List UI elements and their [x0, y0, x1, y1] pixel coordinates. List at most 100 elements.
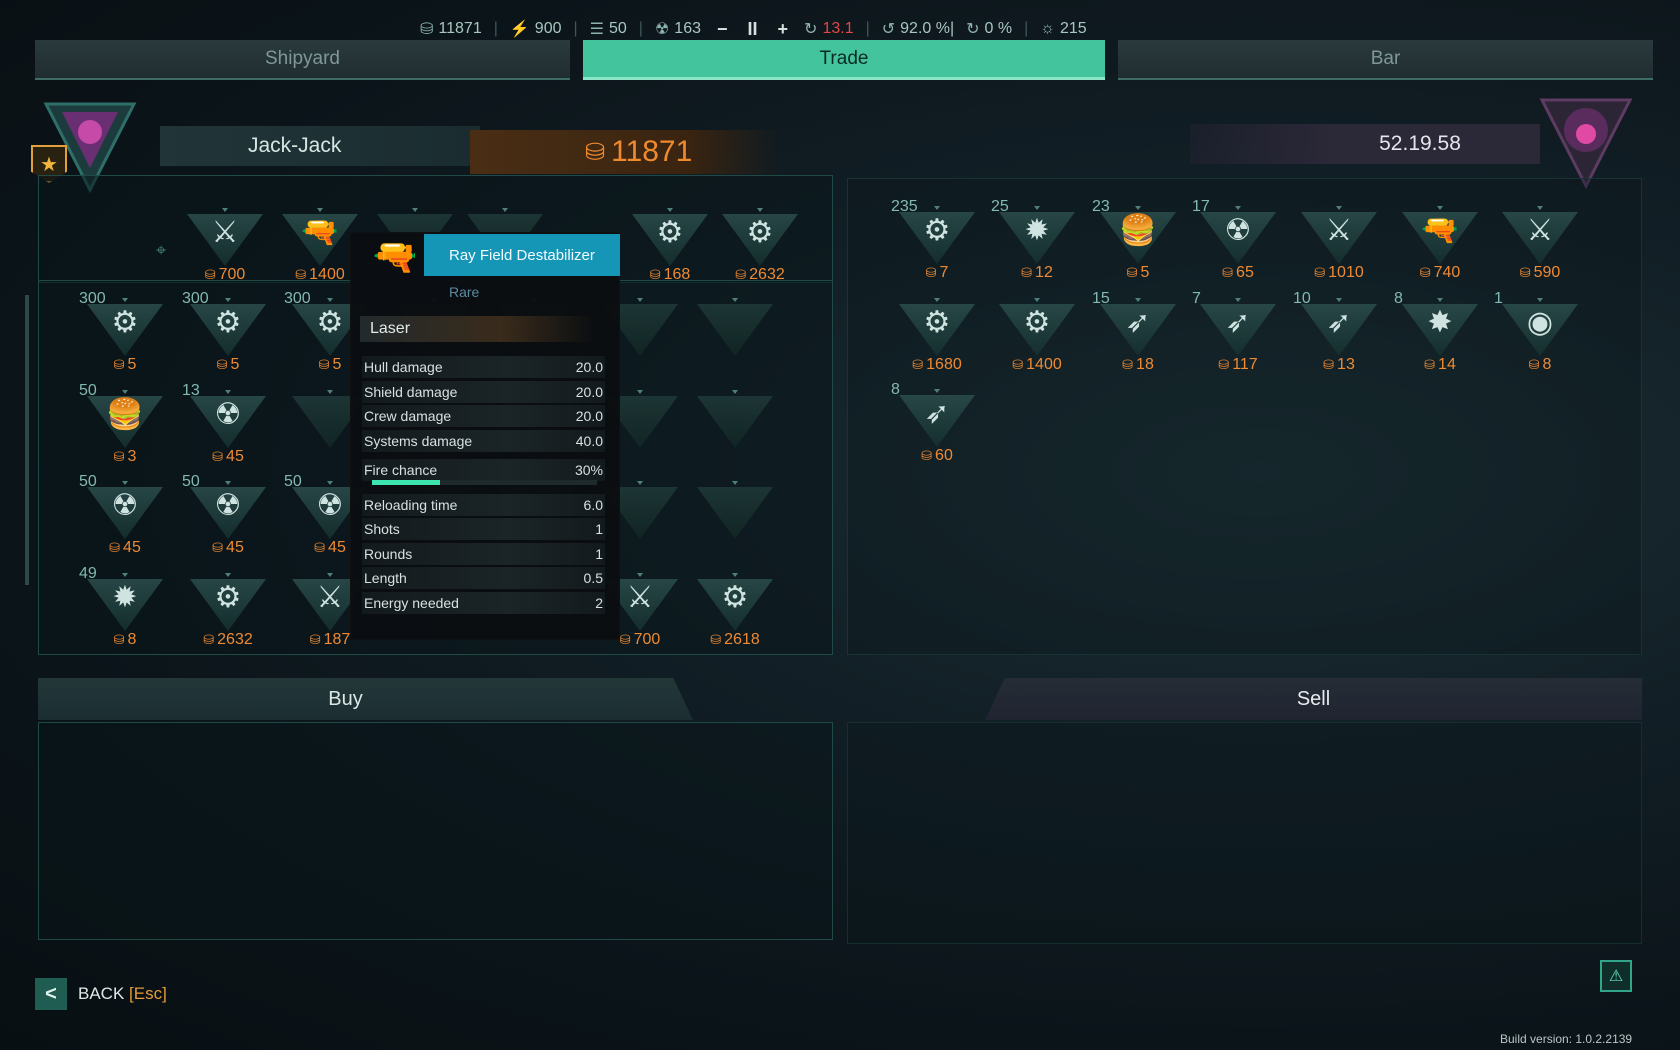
- slot-marker: [327, 390, 333, 394]
- item-price: ⛁ 700: [175, 266, 275, 284]
- gear-module-icon: ⚙: [923, 213, 951, 247]
- item-price: ⛁ 2618: [685, 631, 785, 649]
- coins-icon: ⛁: [113, 449, 125, 464]
- price-value: 13: [1337, 356, 1355, 373]
- gear-module-icon: ⚙: [316, 305, 344, 339]
- back-hotkey: [Esc]: [129, 984, 167, 1003]
- empty-slot[interactable]: [685, 473, 785, 563]
- slot-marker: [502, 208, 508, 212]
- tooltip-stat-row: Length 0.5: [362, 567, 605, 589]
- coins-icon: ⛁: [649, 267, 661, 282]
- inventory-slot[interactable]: ☢ 13 ⛁ 45: [178, 382, 278, 472]
- tooltip-title: Ray Field Destabilizer: [424, 234, 620, 276]
- coins-icon: ⛁: [1519, 265, 1531, 280]
- cargo-scrollbar[interactable]: [25, 295, 29, 585]
- speed-minus-button[interactable]: −: [713, 19, 732, 40]
- tab-trade[interactable]: Trade: [583, 40, 1105, 80]
- inventory-slot[interactable]: ⚔ ⛁ 590: [1490, 198, 1590, 288]
- credits-value: 11871: [438, 20, 482, 37]
- price-value: 14: [1438, 356, 1456, 373]
- item-quantity: 300: [79, 290, 106, 307]
- price-value: 18: [1136, 356, 1154, 373]
- inventory-slot[interactable]: ✹ 25 ⛁ 12: [987, 198, 1087, 288]
- radiation-canister-icon: ☢: [214, 397, 242, 431]
- inventory-slot[interactable]: ⚙ 235 ⛁ 7: [887, 198, 987, 288]
- sell-panel[interactable]: [847, 722, 1642, 944]
- mine-icon: ✸: [1427, 305, 1453, 339]
- tab-bar[interactable]: Bar: [1118, 40, 1653, 80]
- radiation-icon: ☢: [654, 21, 670, 38]
- missile-icon: ➶: [1125, 305, 1151, 339]
- hull-resource: ↺ 92.0 %|: [882, 19, 954, 39]
- inventory-slot[interactable]: 🍔 23 ⛁ 5: [1088, 198, 1188, 288]
- stat-value: 40.0: [575, 433, 603, 449]
- tooltip-stat-row: Fire chance 30%: [362, 459, 605, 481]
- inventory-slot[interactable]: 🔫 ⛁ 740: [1390, 198, 1490, 288]
- danger-resource: ↻ 13.1: [804, 19, 854, 39]
- tooltip-stat-row: Rounds 1: [362, 543, 605, 565]
- coins-icon: ⛁: [1012, 357, 1024, 372]
- price-value: 12: [1035, 264, 1053, 281]
- inventory-slot[interactable]: ⚙ 300 ⛁ 5: [178, 290, 278, 380]
- sell-header: Sell: [985, 678, 1642, 720]
- price-value: 187: [323, 631, 351, 648]
- price-value: 45: [226, 448, 244, 465]
- inventory-slot[interactable]: ➶ 7 ⛁ 117: [1188, 290, 1288, 380]
- target-icon: ⌖: [156, 240, 167, 260]
- slot-marker: [732, 298, 738, 302]
- inventory-slot[interactable]: ⚙ ⛁ 2632: [710, 200, 810, 290]
- coins-icon: ⛁: [1314, 265, 1326, 280]
- player-name-bar: Jack-Jack: [160, 126, 480, 166]
- inventory-slot[interactable]: ☢ 17 ⛁ 65: [1188, 198, 1288, 288]
- radiation-value: 163: [674, 20, 701, 37]
- inventory-slot[interactable]: ⚙ ⛁ 168: [620, 200, 720, 290]
- pause-button[interactable]: II: [744, 19, 762, 40]
- back-label[interactable]: BACK [Esc]: [78, 984, 167, 1004]
- inventory-slot[interactable]: ⚙ 300 ⛁ 5: [75, 290, 175, 380]
- empty-slot[interactable]: [685, 382, 785, 472]
- weapon-icon: ⚔: [211, 215, 239, 249]
- inventory-slot[interactable]: ☢ 50 ⛁ 45: [178, 473, 278, 563]
- inventory-slot[interactable]: 🍔 50 ⛁ 3: [75, 382, 175, 472]
- inventory-slot[interactable]: ➶ 10 ⛁ 13: [1289, 290, 1389, 380]
- inventory-slot[interactable]: ✹ 49 ⛁ 8: [75, 565, 175, 655]
- divider: |: [493, 20, 498, 37]
- tab-shipyard[interactable]: Shipyard: [35, 40, 570, 80]
- inventory-slot[interactable]: ➶ 8 ⛁ 60: [887, 381, 987, 471]
- inventory-slot[interactable]: ➶ 15 ⛁ 18: [1088, 290, 1188, 380]
- inventory-slot[interactable]: ⚙ ⛁ 2632: [178, 565, 278, 655]
- back-button[interactable]: <: [35, 978, 67, 1010]
- item-quantity: 8: [1394, 290, 1403, 307]
- item-price: ⛁ 590: [1490, 264, 1590, 282]
- inventory-slot[interactable]: ⚙ ⛁ 1400: [987, 290, 1087, 380]
- inventory-slot[interactable]: ⚔ ⛁ 700: [175, 200, 275, 290]
- burger-icon: 🍔: [1119, 213, 1157, 247]
- speed-plus-button[interactable]: +: [774, 19, 793, 40]
- hull-value: 92.0 %|: [900, 20, 955, 37]
- price-value: 5: [1140, 264, 1150, 281]
- inventory-slot[interactable]: ⚔ ⛁ 1010: [1289, 198, 1389, 288]
- stat-label: Crew damage: [364, 408, 452, 424]
- item-price: ⛁ 3: [75, 448, 175, 466]
- inventory-slot[interactable]: ☢ 50 ⛁ 45: [75, 473, 175, 563]
- price-value: 700: [633, 631, 661, 648]
- empty-slot[interactable]: [685, 290, 785, 380]
- heavy-cannon-icon: ⚙: [923, 305, 951, 339]
- inventory-slot[interactable]: ✸ 8 ⛁ 14: [1390, 290, 1490, 380]
- red-drone-icon: ✹: [112, 580, 138, 614]
- coins-icon: ⛁: [203, 632, 215, 647]
- laser-cannon-icon: 🔫: [1421, 213, 1459, 247]
- inventory-slot[interactable]: ⚙ ⛁ 1680: [887, 290, 987, 380]
- price-value: 2632: [749, 266, 785, 283]
- coins-icon: ⛁: [216, 357, 228, 372]
- inventory-slot[interactable]: ⚙ ⛁ 2618: [685, 565, 785, 655]
- missile-icon: ➶: [1326, 305, 1352, 339]
- inventory-slot[interactable]: ◉ 1 ⛁ 8: [1490, 290, 1590, 380]
- stat-value: 20.0: [575, 359, 603, 375]
- tooltip-stat-row: Shots 1: [362, 518, 605, 540]
- price-value: 1010: [1328, 264, 1364, 281]
- coins-icon: ⛁: [1419, 265, 1431, 280]
- buy-panel[interactable]: [38, 722, 833, 940]
- chevron-left-icon: <: [45, 982, 57, 1005]
- bug-report-icon[interactable]: ⚠: [1600, 960, 1632, 992]
